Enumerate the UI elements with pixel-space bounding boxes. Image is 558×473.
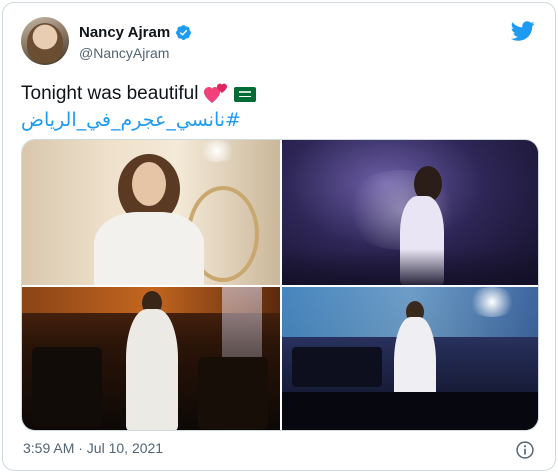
- twitter-bird-icon[interactable]: [511, 19, 535, 43]
- chandelier-light: [197, 140, 237, 162]
- saudi-flag-emoji-icon: [234, 86, 257, 102]
- tweet-text-body: Tonight was beautiful: [21, 83, 199, 104]
- singer-white-gown-shape: [126, 309, 178, 430]
- media-grid[interactable]: [21, 139, 539, 431]
- keyboard-setup: [292, 347, 382, 387]
- photo-white-dress-portrait[interactable]: [22, 140, 280, 285]
- white-dress-shape: [94, 212, 204, 285]
- stage-spotlight: [467, 287, 517, 317]
- musician-silhouette: [198, 357, 268, 429]
- avatar[interactable]: [21, 17, 69, 65]
- tweet-text: Tonight was beautiful: [21, 83, 257, 105]
- tweet-timestamp[interactable]: 3:59 AM · Jul 10, 2021: [23, 440, 163, 456]
- verified-badge-icon: [176, 25, 192, 40]
- avatar-portrait: [27, 23, 63, 63]
- photo-stage-orchestra-orange[interactable]: [22, 287, 280, 430]
- info-icon[interactable]: [515, 440, 535, 460]
- musician-silhouette: [32, 347, 102, 427]
- tweet-card[interactable]: Nancy Ajram @NancyAjram Tonight was beau…: [2, 2, 556, 471]
- audience-shadow: [282, 249, 538, 285]
- photo-singing-purple-stage[interactable]: [282, 140, 538, 285]
- face-shape: [132, 162, 166, 206]
- author-name-row[interactable]: Nancy Ajram: [79, 24, 192, 41]
- photo-stage-band-blue[interactable]: [282, 287, 538, 430]
- author-handle[interactable]: @NancyAjram: [79, 45, 169, 61]
- audience-shadow: [282, 392, 538, 430]
- two-hearts-emoji-icon: [204, 83, 228, 103]
- hashtag-link[interactable]: #نانسي_عجرم_في_الرياض: [21, 109, 269, 131]
- author-name[interactable]: Nancy Ajram: [79, 24, 170, 41]
